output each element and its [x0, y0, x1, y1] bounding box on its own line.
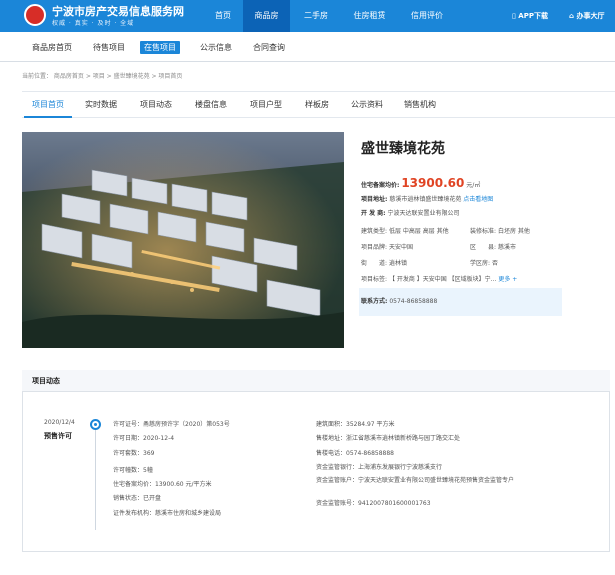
school-value: 否	[491, 260, 498, 267]
project-name: 盛世臻境花苑	[361, 141, 445, 157]
address-label: 项目地址:	[361, 196, 388, 203]
building-type-row: 建筑类型: 低层 中高层 高层 其他	[361, 226, 449, 235]
dynamics-type: 预售许可	[44, 432, 72, 440]
dynamics-date: 2020/12/4	[44, 419, 75, 426]
supervision-bank: 资金监管银行：上海浦东发展银行宁波慈溪支行	[316, 464, 443, 471]
building-area: 建筑面积：35284.97 平方米	[316, 421, 395, 428]
address-row: 项目地址: 慈溪市逍林镇盛世臻境花苑 点击看地图	[361, 194, 493, 203]
sales-status: 销售状态：已开盘	[113, 495, 162, 502]
price-row: 住宅备案均价: 13900.60 元/㎡	[361, 176, 480, 190]
permit-buildings: 许可幢数：5幢	[113, 467, 153, 474]
decoration-row: 装修标准: 白坯房 其他	[470, 226, 530, 235]
timeline-dot-icon	[90, 419, 101, 430]
service-hall-link[interactable]: ⌂ 办事大厅	[569, 0, 604, 32]
supervision-account-number: 资金监管账号：941200780160000176​3	[316, 500, 431, 507]
supervision-account: 资金监管账户：宁波天达联安置业有限公司盛世臻境花苑预售资金监管专户	[316, 477, 515, 484]
district-label: 区 县:	[470, 244, 497, 251]
nav-credit[interactable]: 信用评价	[397, 0, 457, 32]
brand-row: 项目品牌: 天安中国	[361, 242, 413, 251]
tags-label: 项目标签:	[361, 276, 388, 283]
app-download-label: APP下载	[518, 12, 548, 20]
district-row: 区 县: 慈溪市	[470, 242, 516, 251]
rendering-graphic	[22, 132, 344, 348]
nav-second-hand[interactable]: 二手房	[290, 0, 342, 32]
permit-units: 许可套数：369	[113, 450, 155, 457]
dynamics-title: 项目动态	[32, 377, 60, 385]
tags-value: 【 开发商 】天安中国 【区域板块】宁...	[388, 276, 497, 283]
site-logo-icon[interactable]	[24, 4, 46, 26]
tab-building-info[interactable]: 楼盘信息	[195, 92, 227, 118]
street-value: 逍林镇	[388, 260, 407, 267]
dynamics-header: 项目动态	[22, 370, 610, 392]
school-row: 学区房: 否	[470, 258, 498, 267]
contact-phone: 0574-86858888	[389, 298, 438, 305]
subnav-notices[interactable]: 公示信息	[196, 41, 236, 54]
tab-project-home[interactable]: 项目首页	[24, 92, 72, 118]
developer-row: 开 发 商: 宁波天达联安置业有限公司	[361, 208, 460, 217]
nav-new-homes[interactable]: 商品房	[243, 0, 290, 32]
breadcrumb[interactable]: 当前位置： 商品房首页 > 项目 > 盛世臻境花苑 > 项目首页	[22, 71, 182, 80]
nav-home[interactable]: 首页	[203, 0, 243, 32]
subnav-on-sale[interactable]: 在售项目	[140, 41, 180, 54]
timeline-line	[95, 430, 96, 530]
project-rendering-image[interactable]	[22, 132, 344, 348]
tab-realtime-data[interactable]: 实时数据	[85, 92, 117, 118]
sub-nav: 商品房首页 待售项目 在售项目 公示信息 合同查询	[0, 32, 615, 62]
tab-sales-agency[interactable]: 销售机构	[404, 92, 436, 118]
project-address: 慈溪市逍林镇盛世臻境花苑	[389, 196, 462, 203]
tab-public-docs[interactable]: 公示资料	[351, 92, 383, 118]
price-unit: 元/㎡	[466, 182, 481, 189]
more-tags-link[interactable]: 更多 +	[498, 276, 517, 283]
permit-number: 许可证号：甬慈房预许字（2020）第053号	[113, 421, 230, 428]
permit-date: 许可日期：2020-12-4	[113, 435, 175, 442]
decoration-label: 装修标准:	[470, 228, 497, 235]
contact-label: 联系方式:	[361, 298, 388, 305]
street-label: 街 道:	[361, 260, 388, 267]
subnav-contracts[interactable]: 合同查询	[249, 41, 289, 54]
average-price: 13900.60	[401, 176, 465, 190]
developer-name: 宁波天达联安置业有限公司	[387, 210, 460, 217]
school-label: 学区房:	[470, 260, 491, 267]
district-value: 慈溪市	[497, 244, 516, 251]
app-download-link[interactable]: ▯ APP下载	[512, 0, 548, 32]
building-type-value: 低层 中高层 高层 其他	[388, 228, 449, 235]
tab-floor-plans[interactable]: 项目户型	[250, 92, 282, 118]
dynamics-section	[22, 370, 610, 552]
street-row: 街 道: 逍林镇	[361, 258, 407, 267]
tab-project-news[interactable]: 项目动态	[140, 92, 172, 118]
site-title[interactable]: 宁波市房产交易信息服务网	[52, 3, 184, 19]
service-hall-label: 办事大厅	[576, 12, 605, 20]
decoration-value: 白坯房 其他	[497, 228, 530, 235]
permit-average-price: 住宅备案均价：13900.60 元/平方米	[113, 481, 212, 488]
sales-phone: 售楼电话：0574-86858888	[316, 450, 394, 457]
subnav-pending[interactable]: 待售项目	[89, 41, 129, 54]
brand-label: 项目品牌:	[361, 244, 388, 251]
developer-label: 开 发 商:	[361, 210, 386, 217]
subnav-home[interactable]: 商品房首页	[28, 41, 76, 54]
project-tabs: 项目首页 实时数据 项目动态 楼盘信息 项目户型 样板房 公示资料 销售机构	[22, 91, 615, 118]
map-link[interactable]: 点击看地图	[463, 196, 493, 203]
tags-row: 项目标签: 【 开发商 】天安中国 【区域板块】宁... 更多 +	[361, 274, 517, 283]
contact-row: 联系方式: 0574-86858888	[361, 296, 437, 305]
issuing-authority: 证件发布机构：慈溪市住房和城乡建设局	[113, 510, 222, 517]
brand-value: 天安中国	[388, 244, 413, 251]
price-label: 住宅备案均价:	[361, 182, 400, 189]
nav-rental[interactable]: 住房租赁	[342, 0, 397, 32]
top-bar: 宁波市房产交易信息服务网 权威 · 真实 · 及时 · 全域 首页 商品房 二手…	[0, 0, 615, 32]
sales-address: 售楼地址：浙江省慈溪市逍林镇新桥路与园丁路交汇处	[316, 435, 461, 442]
site-slogan: 权威 · 真实 · 及时 · 全域	[52, 20, 135, 27]
building-type-label: 建筑类型:	[361, 228, 388, 235]
tab-show-flat[interactable]: 样板房	[305, 92, 329, 118]
